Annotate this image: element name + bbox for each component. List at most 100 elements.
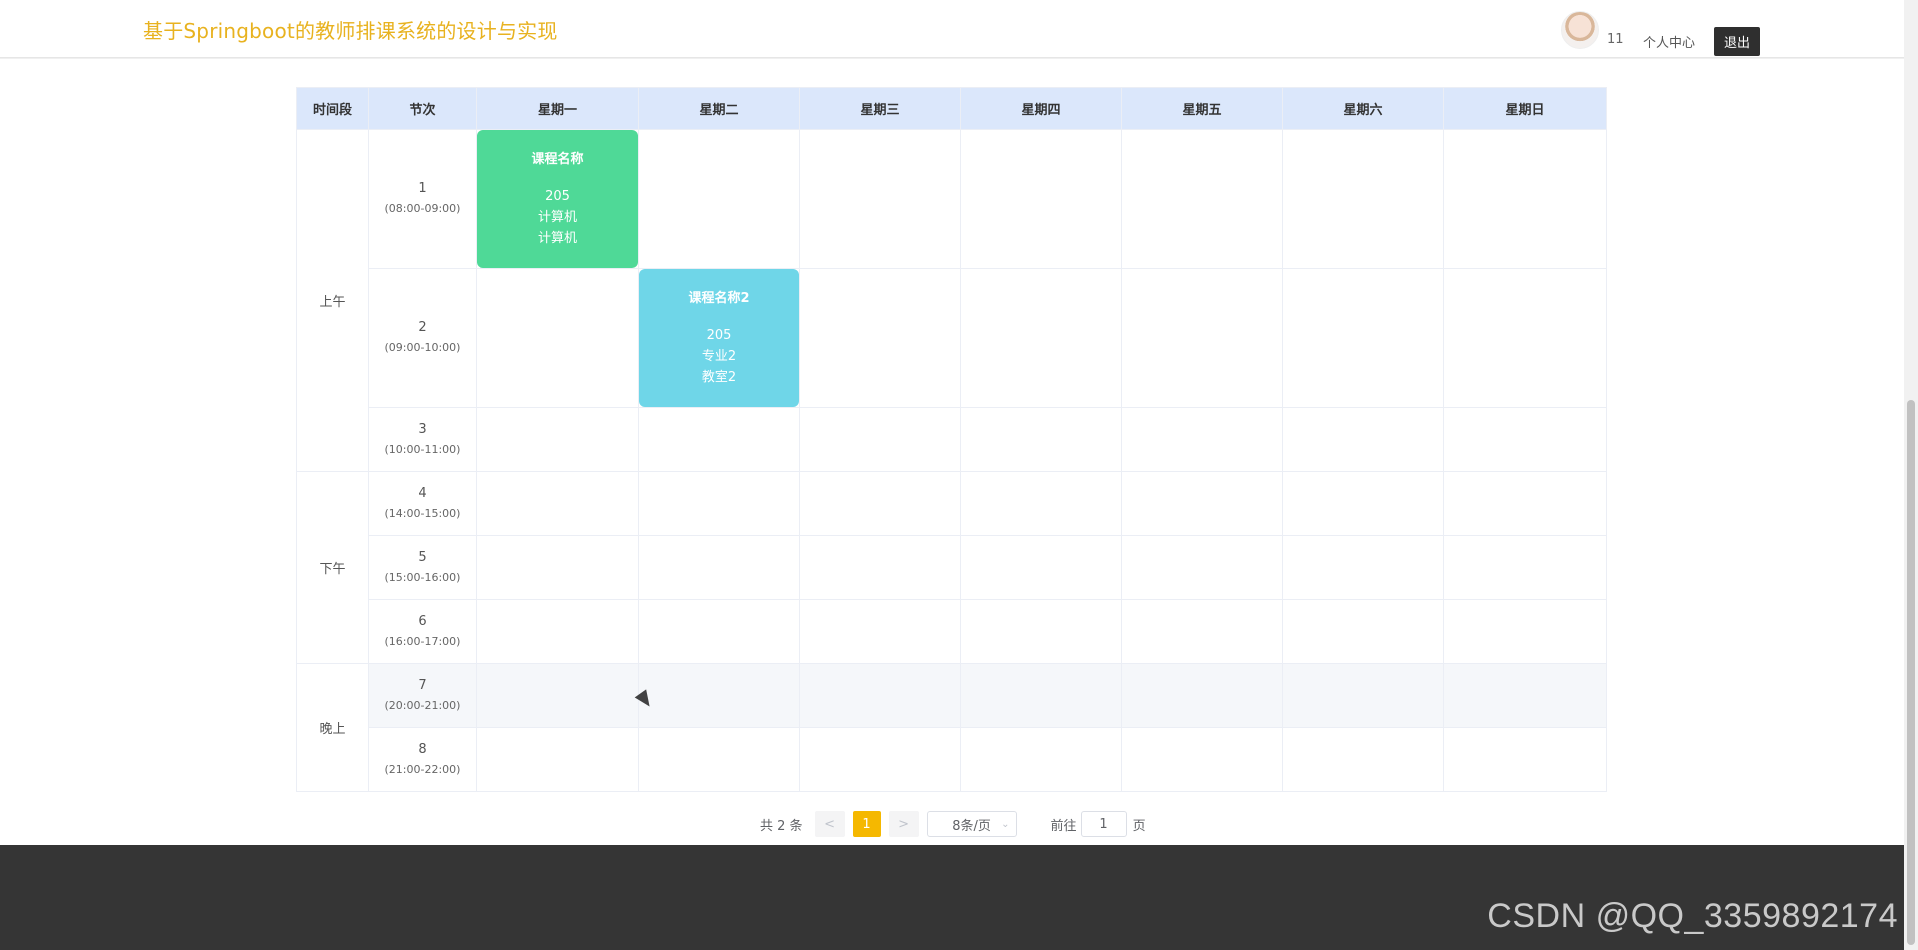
slot-number: 7 (418, 677, 427, 693)
course-detail: 专业2 (701, 349, 737, 364)
day-cell (799, 407, 961, 472)
prev-page-button[interactable]: < (814, 811, 845, 837)
col-header-wednesday: 星期三 (799, 87, 961, 130)
page-suffix: 页 (1132, 818, 1146, 834)
day-cell (1121, 599, 1283, 664)
day-cell (1282, 727, 1444, 792)
slot-cell: 4 (14:00-15:00) (368, 471, 477, 536)
day-cell (1443, 727, 1607, 792)
slot-cell: 3 (10:00-11:00) (368, 407, 477, 472)
slot-cell: 1 (08:00-09:00) (368, 129, 477, 269)
watermark: CSDN @QQ_3359892174 (1487, 897, 1898, 935)
slot-number: 6 (418, 613, 427, 629)
col-header-period: 时间段 (296, 87, 369, 130)
course-card[interactable]: 课程名称 205 计算机 计算机 (477, 130, 638, 268)
course-card[interactable]: 课程名称2 205 专业2 教室2 (639, 269, 799, 407)
course-room: 205 (545, 189, 570, 204)
day-cell (1282, 599, 1444, 664)
day-cell (638, 471, 800, 536)
slot-cell: 5 (15:00-16:00) (368, 535, 477, 600)
day-cell (799, 268, 961, 408)
slot-time: (16:00-17:00) (384, 634, 461, 648)
day-cell (638, 535, 800, 600)
course-detail: 计算机 (537, 231, 577, 246)
slot-number: 8 (418, 741, 427, 757)
day-cell (638, 599, 800, 664)
day-cell (1282, 129, 1444, 269)
day-cell (960, 129, 1122, 269)
slot-cell: 7 (20:00-21:00) (368, 663, 477, 728)
slot-time: (08:00-09:00) (384, 202, 461, 215)
day-cell (1443, 407, 1607, 472)
table-row: 3 (10:00-11:00) (297, 407, 1607, 472)
period-evening: 晚上 (296, 663, 369, 792)
day-cell (638, 663, 800, 728)
day-cell (476, 471, 639, 536)
day-cell (1443, 599, 1607, 664)
page-size-select[interactable]: 8条/页 ⌄ (926, 811, 1017, 837)
user-avatar[interactable] (1561, 11, 1599, 49)
day-cell (1121, 535, 1283, 600)
top-header: 基于Springboot的教师排课系统的设计与实现 11 个人中心 退出 (0, 0, 1904, 58)
day-cell (476, 727, 639, 792)
logout-button[interactable]: 退出 (1714, 27, 1760, 56)
day-cell (1443, 129, 1607, 269)
slot-time: (21:00-22:00) (384, 762, 461, 776)
page-number-active[interactable]: 1 (852, 811, 881, 837)
scrollbar-thumb[interactable] (1907, 400, 1915, 945)
next-page-button[interactable]: > (888, 811, 919, 837)
day-cell (960, 268, 1122, 408)
day-cell (1282, 407, 1444, 472)
table-row: 5 (15:00-16:00) (297, 535, 1607, 600)
day-cell (1282, 535, 1444, 600)
day-cell (799, 599, 961, 664)
slot-number: 2 (418, 320, 427, 335)
day-cell: 课程名称 205 计算机 计算机 (476, 129, 639, 269)
footer: CSDN @QQ_3359892174 (0, 845, 1904, 950)
day-cell (1121, 268, 1283, 408)
profile-link[interactable]: 个人中心 (1643, 32, 1695, 51)
slot-time: (09:00-10:00) (384, 341, 461, 354)
slot-time: (20:00-21:00) (384, 698, 461, 712)
table-row: 8 (21:00-22:00) (297, 727, 1607, 792)
site-title[interactable]: 基于Springboot的教师排课系统的设计与实现 (143, 15, 558, 44)
day-cell (1443, 663, 1607, 728)
chevron-down-icon: ⌄ (1001, 818, 1010, 830)
table-row: 2 (09:00-10:00) 课程名称2 205 专业2 教室2 (297, 268, 1607, 408)
course-name: 课程名称 (531, 152, 584, 167)
day-cell (476, 407, 639, 472)
slot-time: (10:00-11:00) (384, 442, 461, 456)
col-header-saturday: 星期六 (1282, 87, 1444, 130)
period-afternoon: 下午 (296, 471, 369, 664)
day-cell (1121, 663, 1283, 728)
col-header-sunday: 星期日 (1443, 87, 1607, 130)
day-cell (638, 727, 800, 792)
day-cell (1443, 471, 1607, 536)
day-cell (476, 663, 639, 728)
col-header-friday: 星期五 (1121, 87, 1283, 130)
table-row-hovered: 晚上 7 (20:00-21:00) (296, 663, 1607, 792)
table-row: 下午 4 (14:00-15:00) (296, 471, 1607, 664)
day-cell (638, 407, 800, 472)
day-cell (1121, 471, 1283, 536)
slot-number: 5 (418, 549, 427, 565)
slot-number: 1 (418, 181, 427, 196)
col-header-slot: 节次 (368, 87, 477, 130)
day-cell (1121, 407, 1283, 472)
day-cell (1443, 535, 1607, 600)
day-cell (1282, 268, 1444, 408)
slot-time: (14:00-15:00) (384, 506, 461, 520)
day-cell (1443, 268, 1607, 408)
course-detail: 计算机 (537, 210, 577, 225)
day-cell (960, 663, 1122, 728)
slot-cell: 8 (21:00-22:00) (368, 727, 477, 792)
day-cell (799, 535, 961, 600)
day-cell (1121, 727, 1283, 792)
goto-page-input[interactable] (1080, 811, 1127, 837)
day-cell (476, 535, 639, 600)
slot-cell: 2 (09:00-10:00) (368, 268, 477, 408)
day-cell (960, 471, 1122, 536)
day-cell (638, 129, 800, 269)
vertical-scrollbar[interactable] (1904, 0, 1918, 950)
course-name: 课程名称2 (688, 291, 750, 306)
